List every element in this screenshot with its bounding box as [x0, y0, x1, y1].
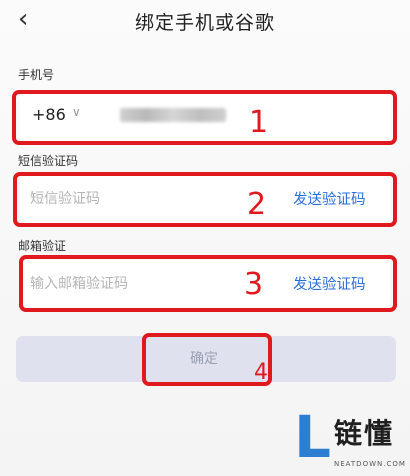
nav-bar: ‹ 绑定手机或谷歌 — [0, 0, 410, 42]
highlight-box-1 — [12, 90, 397, 145]
watermark-site: NEATDOWN.COM — [334, 460, 406, 468]
watermark-l-mark: L — [294, 403, 331, 471]
page-title: 绑定手机或谷歌 — [134, 12, 275, 34]
sms-code-label: 短信验证码 — [18, 154, 79, 168]
watermark-logo: L 链懂 NEATDOWN.COM — [294, 408, 410, 476]
annotation-number-3: 3 — [244, 267, 264, 302]
email-code-label: 邮箱验证 — [18, 239, 67, 253]
annotation-number-2: 2 — [247, 187, 267, 222]
highlight-box-3 — [19, 255, 397, 312]
annotation-number-1: 1 — [249, 105, 269, 140]
annotation-number-4: 4 — [254, 360, 268, 385]
watermark-brand: 链懂 — [334, 417, 395, 450]
highlight-box-2 — [13, 172, 397, 227]
highlight-box-4 — [142, 333, 272, 386]
screen: ‹ 绑定手机或谷歌 手机号 +86 ∨ 1 短信验证码 发送验证码 2 邮箱验证… — [0, 0, 410, 476]
phone-label: 手机号 — [18, 68, 55, 82]
